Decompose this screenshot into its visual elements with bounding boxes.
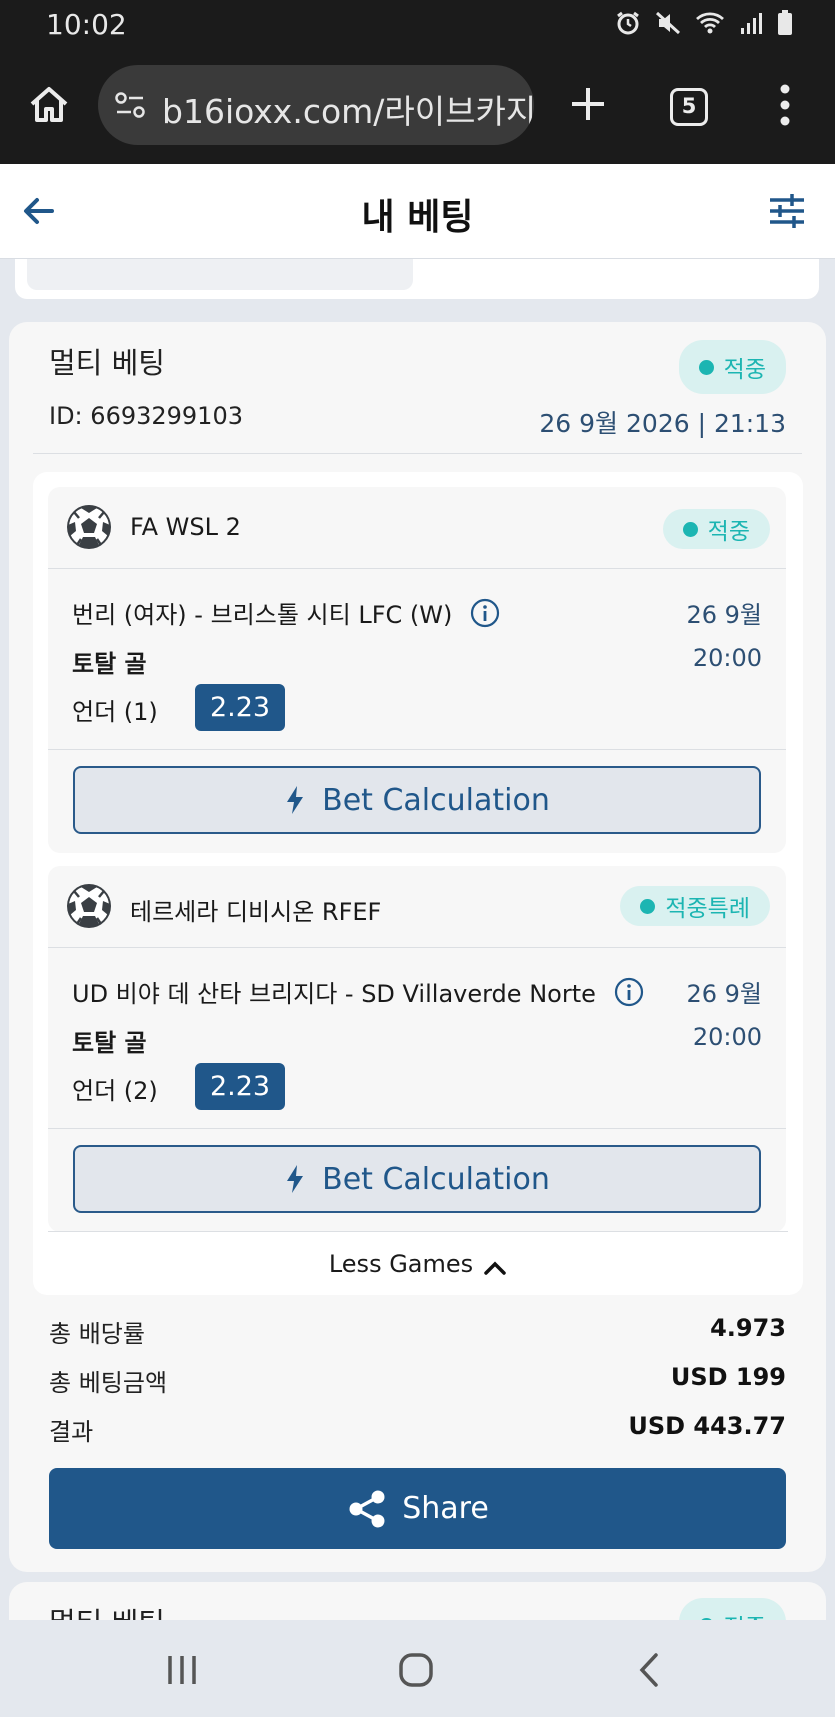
bet-id-label: ID:: [49, 402, 83, 430]
divider: [48, 1231, 788, 1232]
browser-toolbar: b16ioxx.com/라이브카지 5: [0, 52, 835, 164]
info-icon[interactable]: [470, 598, 500, 628]
match-date: 26 9월: [686, 601, 762, 629]
less-games-button[interactable]: Less Games: [33, 1250, 803, 1278]
soccer-ball-icon: [66, 883, 112, 929]
match-name: UD 비야 데 산타 브리지다 - SD Villaverde Norte: [72, 974, 644, 1009]
market-name: 토탈 골: [72, 1029, 147, 1057]
new-tab-button[interactable]: [566, 82, 610, 126]
status-dot-icon: [698, 359, 714, 375]
alarm-icon: [615, 10, 641, 40]
game-header: FA WSL 2 적중: [48, 487, 786, 569]
match-time: 20:00: [692, 644, 762, 672]
signal-icon: [739, 11, 763, 39]
total-odds-row: 총 배당률 4.973: [49, 1314, 786, 1349]
result-row: 결과 USD 443.77: [49, 1412, 786, 1447]
game-status-badge: 적중특례: [620, 886, 770, 926]
bet-calculation-label: Bet Calculation: [322, 1161, 550, 1197]
status-time: 10:02: [46, 8, 127, 41]
page-title: 내 베팅: [361, 197, 474, 238]
filter-sliders-icon[interactable]: [764, 188, 810, 234]
match-teams: 번리 (여자) - 브리스톨 시티 LFC (W): [72, 601, 453, 629]
total-stake-row: 총 베팅금액 USD 199: [49, 1363, 786, 1398]
home-icon[interactable]: [26, 82, 72, 128]
result-value: USD 443.77: [628, 1412, 786, 1440]
status-icons: [615, 10, 793, 40]
total-odds-label: 총 배당률: [49, 1320, 145, 1348]
game-item: FA WSL 2 적중 번리 (여자) - 브리스톨 시티 LFC (W) 26…: [48, 487, 786, 853]
match-time: 20:00: [692, 1023, 762, 1051]
total-stake-label: 총 베팅금액: [49, 1369, 168, 1397]
site-settings-icon[interactable]: [114, 91, 146, 119]
bet-card: 멀티 베팅 적중 ID: 6693299103 26 9월 2026 | 21:…: [9, 322, 826, 1572]
divider: [48, 1128, 786, 1129]
lightning-icon: [284, 1164, 306, 1194]
bet-id-value: 6693299103: [90, 402, 243, 430]
match-name: 번리 (여자) - 브리스톨 시티 LFC (W): [72, 595, 500, 630]
chevron-up-icon: [483, 1255, 507, 1275]
status-dot-icon: [682, 521, 698, 537]
game-status-badge: 적중: [662, 509, 770, 549]
game-item: 테르세라 디비시온 RFEF 적중특례 UD 비야 데 산타 브리지다 - SD…: [48, 866, 786, 1232]
status-bar: 10:02: [0, 0, 835, 52]
recent-apps-icon[interactable]: [162, 1650, 202, 1690]
home-nav-icon[interactable]: [396, 1650, 436, 1690]
game-status-label: 적중특례: [665, 896, 750, 922]
back-nav-icon[interactable]: [630, 1650, 670, 1690]
pick-name: 언더 (2): [72, 1077, 158, 1105]
app-header: 내 베팅: [0, 164, 835, 259]
odds-badge: 2.23: [195, 684, 285, 731]
bet-calculation-button[interactable]: Bet Calculation: [73, 1145, 761, 1213]
tab-active[interactable]: [27, 259, 413, 290]
divider: [33, 453, 802, 454]
match-teams: UD 비야 데 산타 브리지다 - SD Villaverde Norte: [72, 980, 596, 1008]
more-menu-icon[interactable]: [772, 80, 798, 130]
share-button[interactable]: Share: [49, 1468, 786, 1549]
divider: [48, 749, 786, 750]
lightning-icon: [284, 785, 306, 815]
status-badge-label: 적중: [723, 357, 766, 383]
result-label: 결과: [49, 1418, 94, 1446]
share-label: Share: [402, 1491, 489, 1526]
game-header: 테르세라 디비시온 RFEF 적중특례: [48, 866, 786, 948]
pick-name: 언더 (1): [72, 698, 158, 726]
game-status-label: 적중: [707, 519, 750, 545]
mute-icon: [655, 10, 681, 40]
address-bar[interactable]: b16ioxx.com/라이브카지: [98, 65, 534, 145]
soccer-ball-icon: [66, 504, 112, 550]
market-name: 토탈 골: [72, 650, 147, 678]
system-nav-bar: [0, 1620, 835, 1717]
bet-filter-tabs: [15, 259, 819, 299]
wifi-icon: [695, 10, 725, 40]
share-icon: [346, 1488, 388, 1530]
total-odds-value: 4.973: [710, 1314, 786, 1342]
url-text: b16ioxx.com/라이브카지: [162, 92, 534, 131]
games-list: FA WSL 2 적중 번리 (여자) - 브리스톨 시티 LFC (W) 26…: [33, 472, 803, 1295]
league-name: 테르세라 디비시온 RFEF: [130, 898, 382, 926]
bet-calculation-label: Bet Calculation: [322, 782, 550, 818]
match-date: 26 9월: [686, 980, 762, 1008]
info-icon[interactable]: [614, 977, 644, 1007]
status-badge: 적중: [678, 340, 786, 394]
bet-type: 멀티 베팅: [49, 346, 165, 380]
status-dot-icon: [640, 898, 656, 914]
bet-calculation-button[interactable]: Bet Calculation: [73, 766, 761, 834]
bet-date: 26 9월 2026 | 21:13: [539, 409, 786, 438]
bet-id: ID: 6693299103: [49, 402, 243, 430]
less-games-label: Less Games: [328, 1250, 474, 1278]
battery-icon: [777, 10, 793, 40]
odds-badge: 2.23: [195, 1063, 285, 1110]
total-stake-value: USD 199: [670, 1363, 786, 1391]
league-name: FA WSL 2: [130, 513, 241, 541]
tab-switcher-button[interactable]: 5: [670, 88, 708, 126]
